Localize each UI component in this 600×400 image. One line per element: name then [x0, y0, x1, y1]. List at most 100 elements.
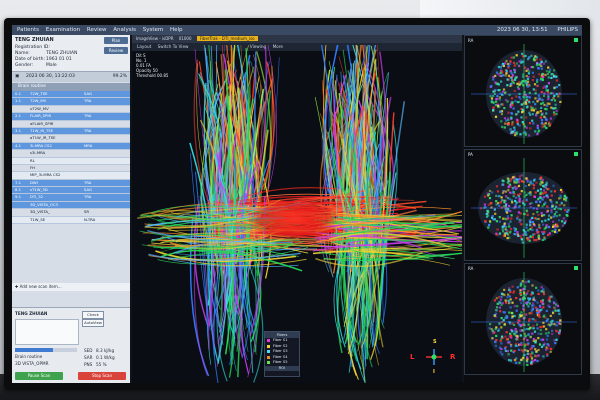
slice-voxel [548, 70, 551, 73]
pause-scan-button[interactable]: Pause Scan [15, 372, 63, 380]
slice-voxel [526, 213, 529, 216]
slice-voxel [550, 76, 553, 79]
slice-voxel [532, 233, 535, 236]
slice-voxel [509, 69, 512, 72]
sequence-row[interactable]: FH [12, 164, 130, 173]
review-button[interactable]: Review [104, 47, 128, 54]
sequence-cell: TRA [84, 127, 92, 133]
sequence-row[interactable]: MIP_3i-MRA CS2 [12, 172, 130, 180]
autoview-button[interactable]: AutoView [82, 319, 104, 327]
slice-voxel [509, 62, 512, 65]
axial-view[interactable]: RA [464, 263, 582, 375]
sequence-group-label: Brain routine [18, 84, 46, 89]
slice-voxel [541, 72, 544, 76]
slice-voxel [528, 111, 531, 114]
menu-help[interactable]: Help [170, 27, 183, 33]
slice-voxel [554, 342, 557, 345]
sequence-row[interactable]: 1.1 T2W_MV TRA [12, 98, 130, 106]
slice-voxel [507, 74, 510, 77]
sequence-row[interactable]: 7.1 DWI TRA [12, 179, 130, 188]
fiber-viewer[interactable]: ImageView - isDPR 01000 FiberTrak - DTI_… [132, 35, 462, 383]
slice-voxel [490, 101, 493, 104]
slice-voxel [540, 290, 543, 293]
slice-voxel [516, 335, 519, 338]
slice-voxel [553, 339, 556, 342]
sequence-row[interactable]: RL [12, 157, 130, 165]
slice-voxel [517, 184, 521, 187]
slice-voxel [499, 351, 502, 354]
slice-voxel [521, 111, 524, 114]
menu-examination[interactable]: Examination [46, 27, 80, 33]
panel-spacer [12, 293, 130, 307]
sequence-cell: FH [30, 164, 36, 170]
sequence-cell: T1W_IR_TSE [30, 127, 54, 133]
sequence-row[interactable]: 4.1 3i-MRA CS2 MRA [12, 142, 130, 151]
menu-patients[interactable]: Patients [17, 27, 39, 33]
slice-voxel [537, 204, 540, 207]
screen: Patients Examination Review Analysis Sys… [12, 25, 582, 383]
slice-voxel [559, 322, 562, 325]
sequence-row[interactable]: 9.1 DTI_32 TRA [12, 194, 130, 202]
sequence-cell: s3i-MRA [30, 150, 46, 156]
menu-system[interactable]: System [143, 27, 164, 33]
slice-voxel [544, 185, 547, 188]
legend-label: Fiber S1 [273, 338, 288, 342]
stop-scan-button[interactable]: Stop Scan [78, 372, 126, 380]
sequence-row[interactable]: 3D_VISTA_OC3 [12, 201, 130, 210]
sequence-row[interactable]: 3.1 T1W_IR_TSE TRA [12, 127, 130, 136]
slice-voxel [541, 98, 544, 101]
sequence-row[interactable]: 8.1 sT1W_3D SAG [12, 187, 130, 195]
add-new-scan[interactable]: ✚ Add new scan item... [12, 283, 130, 291]
coronal-view[interactable]: RA [464, 35, 582, 147]
slice-voxel [530, 54, 533, 57]
slice-voxel [484, 195, 487, 198]
slice-voxel [503, 205, 506, 208]
clock: 2023 06 30, 13:51 [496, 27, 548, 33]
slice-voxel [555, 215, 558, 218]
sequence-row[interactable]: aFLAIR_SPIR [12, 121, 130, 128]
sequence-row[interactable]: T1W_SE N-TRA [12, 216, 130, 225]
menu-review[interactable]: Review [87, 27, 107, 33]
check-button[interactable]: Check [82, 311, 104, 319]
sequence-row[interactable]: s3i-MRA [12, 150, 130, 158]
slice-voxel [534, 191, 537, 194]
sequence-row[interactable]: uT2W_MV [12, 106, 130, 114]
tab-fibertrak[interactable]: FiberTrak - DTI_medium_iso [196, 36, 258, 41]
slice-voxel [531, 302, 535, 305]
plan-button[interactable]: Plan [104, 37, 128, 44]
slice-voxel [500, 292, 504, 295]
slice-voxel [553, 111, 556, 114]
slice-voxel [494, 341, 497, 344]
slice-voxel [508, 311, 511, 314]
slice-voxel [550, 73, 553, 76]
slice-voxel [493, 314, 496, 317]
scan-progress-bar [15, 348, 77, 352]
slice-voxel [547, 188, 550, 191]
slice-voxel [510, 217, 513, 220]
slice-voxel [514, 100, 517, 103]
slice-voxel [521, 52, 524, 55]
slice-voxel [517, 195, 520, 198]
slice-voxel [526, 356, 529, 359]
slice-voxel [538, 311, 541, 314]
tab-imageview[interactable]: ImageView - isDPR [136, 36, 173, 41]
slice-voxel [534, 348, 537, 351]
sagittal-view[interactable]: PA [464, 149, 582, 261]
slice-voxel [532, 184, 536, 187]
slice-voxel [523, 93, 526, 96]
menu-analysis[interactable]: Analysis [113, 27, 136, 33]
slice-voxel [539, 97, 542, 100]
slice-voxel [517, 64, 520, 67]
tab-series[interactable]: 01000 [179, 36, 192, 41]
sequence-row[interactable]: 3D_VISTA_ SR [12, 209, 130, 217]
sequence-row[interactable]: 0.1 T2W_TSE SAG [12, 91, 130, 99]
legend-item[interactable]: Fiber S5 [265, 360, 299, 366]
slice-voxel [555, 223, 559, 226]
sequence-row[interactable]: aT1W_IR_TSE [12, 135, 130, 143]
sequence-row[interactable]: 2.1 FLAIR_SPIR TRA [12, 113, 130, 121]
slice-voxel [550, 216, 553, 219]
slice-voxel [515, 338, 518, 341]
slice-voxel [495, 200, 498, 203]
slice-voxel [547, 76, 550, 79]
slice-voxel [500, 69, 503, 73]
